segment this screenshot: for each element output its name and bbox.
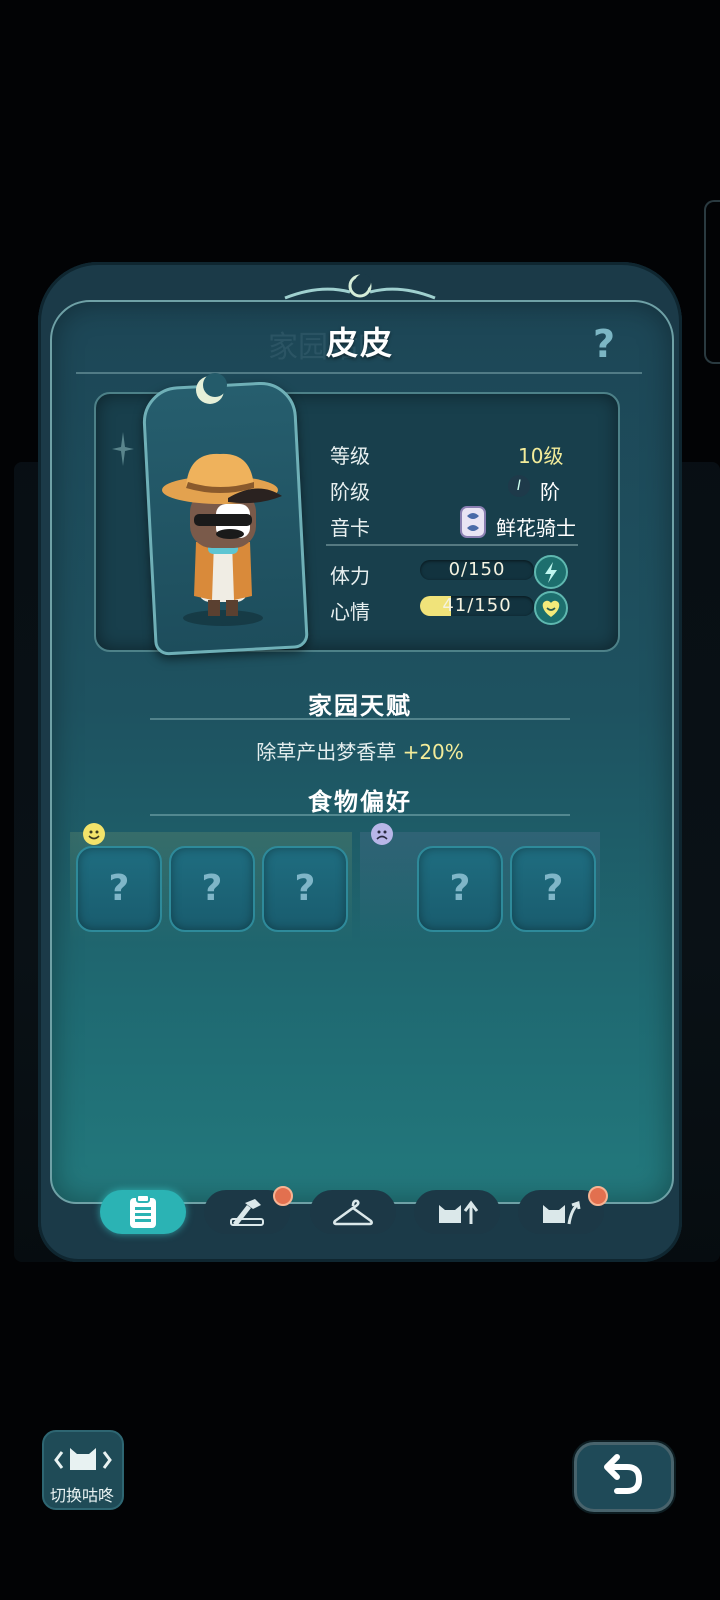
stamina-label: 体力 — [330, 564, 370, 588]
talent-description: 除草产出梦香草 +20% — [0, 736, 720, 765]
liked-food-slot[interactable]: ? — [262, 846, 348, 932]
evolve-badge — [588, 1186, 608, 1206]
cat-switch-icon — [54, 1448, 112, 1470]
clipboard-icon — [130, 1194, 156, 1228]
cat-upgrade-icon — [439, 1200, 479, 1224]
food-title: 食物偏好 — [308, 788, 412, 816]
level-value: 10级 — [518, 444, 564, 468]
crescent-moon-icon — [196, 373, 227, 404]
card-label: 音卡 — [330, 516, 370, 540]
disliked-food-slot[interactable]: ? — [510, 846, 596, 932]
mood-bar: 41/150 — [420, 596, 534, 616]
card-value[interactable]: 鲜花骑士 — [496, 512, 576, 541]
stats-divider — [326, 544, 578, 546]
music-card-icon — [460, 506, 486, 538]
return-arrow-icon — [604, 1454, 643, 1494]
sparkle-icon — [112, 432, 134, 466]
tab-upgrade[interactable] — [414, 1190, 500, 1234]
lightning-icon[interactable] — [534, 555, 568, 589]
talent-divider — [150, 718, 570, 720]
heart-smile-icon[interactable] — [534, 591, 568, 625]
stamina-value: 0/150 — [448, 560, 506, 580]
stamina-bar: 0/150 — [420, 560, 534, 580]
stage-value: 阶 — [540, 480, 560, 504]
switch-character-label: 切换咕咚 — [49, 1486, 114, 1505]
talent-text: 除草产出梦香草 — [256, 740, 403, 764]
cat-evolve-icon — [543, 1201, 581, 1225]
disliked-food-slot[interactable]: ? — [417, 846, 503, 932]
talent-title: 家园天赋 — [308, 692, 412, 720]
tools-icon — [230, 1199, 264, 1226]
happy-face-icon — [83, 823, 105, 845]
hanger-icon — [333, 1199, 373, 1226]
sad-face-icon — [371, 823, 393, 845]
tab-wardrobe[interactable] — [310, 1190, 396, 1234]
level-label: 等级 — [330, 444, 370, 468]
moon-ornament — [284, 274, 436, 300]
help-button[interactable]: ? — [584, 322, 624, 366]
liked-food-slot[interactable]: ? — [169, 846, 255, 932]
talent-bonus: +20% — [402, 740, 464, 764]
cowboy-character-icon — [162, 453, 282, 626]
mood-value: 41/150 — [442, 596, 512, 616]
food-divider — [150, 814, 570, 816]
title-divider — [76, 372, 642, 374]
back-button[interactable] — [574, 1442, 674, 1512]
stage-number: I — [508, 475, 530, 497]
stage-label: 阶级 — [330, 480, 370, 504]
liked-food-slot[interactable]: ? — [76, 846, 162, 932]
tools-badge — [273, 1186, 293, 1206]
mood-label: 心情 — [330, 600, 370, 624]
tab-info[interactable] — [100, 1190, 186, 1234]
